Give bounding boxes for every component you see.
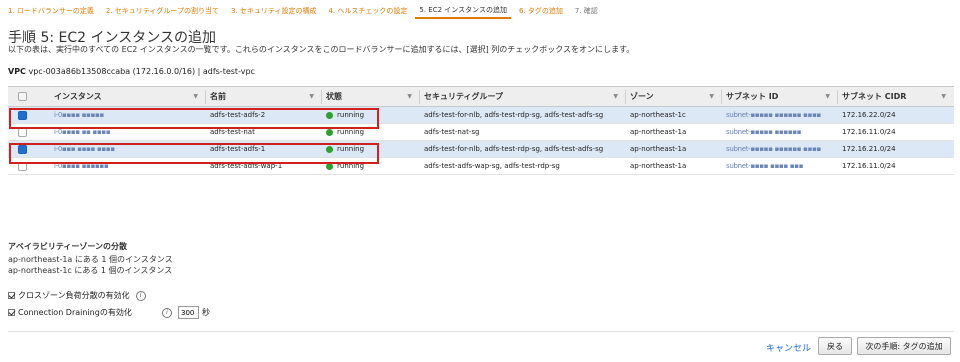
subnet-cidr: 172.16.22.0/24 — [842, 111, 896, 119]
connection-draining-option: Connection Drainingの有効化 i 秒 — [8, 306, 210, 319]
wizard-steps: 1. ロードバランサーの定義 2. セキュリティグループの割り当て 3. セキュ… — [4, 3, 606, 19]
security-groups: adfs-test-nat-sg — [424, 128, 480, 136]
column-header-name-label: 名前 — [210, 92, 226, 101]
security-groups: adfs-test-for-nlb, adfs-test-rdp-sg, adf… — [424, 145, 604, 153]
highlight-box-row-1 — [9, 108, 379, 129]
zone: ap-northeast-1a — [630, 145, 687, 153]
security-groups: adfs-test-adfs-wap-sg, adfs-test-rdp-sg — [424, 162, 560, 170]
column-header-name[interactable]: 名前 ▼ — [210, 87, 320, 106]
column-separator[interactable] — [721, 90, 722, 104]
column-header-security-group-label: セキュリティグループ — [424, 92, 504, 101]
az-line: ap-northeast-1a にある 1 個のインスタンス — [8, 255, 173, 264]
column-header-subnet-id[interactable]: サブネット ID ▼ — [726, 87, 836, 106]
sort-arrow-icon: ▼ — [407, 93, 412, 100]
zone: ap-northeast-1c — [630, 111, 686, 119]
column-header-state[interactable]: 状態 ▼ — [326, 87, 418, 106]
connection-draining-checkbox[interactable] — [8, 309, 15, 316]
step-define-lb[interactable]: 1. ロードバランサーの定義 — [4, 4, 98, 19]
step-review[interactable]: 7. 確認 — [571, 4, 602, 19]
state-text: running — [337, 128, 365, 136]
vpc-info: VPC vpc-003a86b13508ccaba (172.16.0.0/16… — [8, 67, 255, 76]
footer-divider — [8, 331, 954, 332]
security-groups: adfs-test-for-nlb, adfs-test-rdp-sg, adf… — [424, 111, 604, 119]
step-add-ec2-instances[interactable]: 5. EC2 インスタンスの追加 — [415, 3, 511, 19]
subnet-cidr: 172.16.11.0/24 — [842, 162, 896, 170]
column-header-subnet-cidr-label: サブネット CIDR — [842, 92, 907, 101]
vpc-label: VPC — [8, 67, 26, 76]
column-header-instance-label: インスタンス — [54, 92, 102, 101]
select-all-checkbox[interactable] — [18, 92, 27, 101]
column-separator[interactable] — [205, 90, 206, 104]
cross-zone-option: クロスゾーン負荷分散の有効化 i — [8, 290, 146, 301]
sort-arrow-icon: ▼ — [825, 93, 830, 100]
select-all-cell[interactable] — [18, 87, 34, 106]
step-security-settings[interactable]: 3. セキュリティ設定の構成 — [227, 4, 320, 19]
subnet-id: subnet-▪▪▪▪ ▪▪▪▪ ▪▪▪ — [726, 162, 804, 170]
subnet-id: subnet-▪▪▪▪▪ ▪▪▪▪▪▪ ▪▪▪▪ — [726, 111, 821, 119]
next-add-tags-button[interactable]: 次の手順: タグの追加 — [857, 337, 951, 355]
az-line: ap-northeast-1c にある 1 個のインスタンス — [8, 266, 173, 275]
draining-timeout-input[interactable] — [178, 306, 199, 319]
highlight-box-row-3 — [9, 143, 379, 164]
step-security-groups[interactable]: 2. セキュリティグループの割り当て — [102, 4, 223, 19]
column-header-state-label: 状態 — [326, 92, 342, 101]
column-header-instance[interactable]: インスタンス ▼ — [54, 87, 204, 106]
cancel-link[interactable]: キャンセル — [766, 341, 811, 354]
info-icon[interactable]: i — [135, 290, 146, 301]
sort-arrow-icon: ▼ — [941, 93, 946, 100]
subnet-id: subnet-▪▪▪▪▪ ▪▪▪▪▪▪ — [726, 128, 802, 136]
info-icon[interactable]: i — [162, 307, 172, 318]
sort-arrow-icon: ▼ — [709, 93, 714, 100]
page-description: 以下の表は、実行中のすべての EC2 インスタンスの一覧です。これらのインスタン… — [8, 45, 635, 54]
column-separator[interactable] — [837, 90, 838, 104]
sort-arrow-icon: ▼ — [309, 93, 314, 100]
seconds-unit: 秒 — [202, 308, 210, 317]
table-header: インスタンス ▼ 名前 ▼ 状態 ▼ セキュリティグループ ▼ ゾーン ▼ サブネット I… — [8, 87, 954, 107]
column-separator[interactable] — [625, 90, 626, 104]
subnet-cidr: 172.16.11.0/24 — [842, 128, 896, 136]
cross-zone-checkbox[interactable] — [8, 292, 15, 299]
az-distribution-title: アベイラビリティーゾーンの分散 — [8, 242, 127, 251]
back-button[interactable]: 戻る — [818, 337, 852, 355]
column-header-subnet-cidr[interactable]: サブネット CIDR ▼ — [842, 87, 952, 106]
column-header-zone[interactable]: ゾーン ▼ — [630, 87, 720, 106]
zone: ap-northeast-1a — [630, 128, 687, 136]
column-header-zone-label: ゾーン — [630, 92, 654, 101]
sort-arrow-icon: ▼ — [193, 93, 198, 100]
step-health-check[interactable]: 4. ヘルスチェックの設定 — [324, 4, 411, 19]
column-separator[interactable] — [419, 90, 420, 104]
vpc-value: vpc-003a86b13508ccaba (172.16.0.0/16) | … — [28, 67, 255, 76]
subnet-cidr: 172.16.21.0/24 — [842, 145, 896, 153]
running-status-icon — [326, 128, 333, 136]
connection-draining-label: Connection Drainingの有効化 — [18, 308, 132, 317]
subnet-id: subnet-▪▪▪▪▪ ▪▪▪▪▪▪ ▪▪▪▪ — [726, 145, 821, 153]
column-header-subnet-id-label: サブネット ID — [726, 92, 779, 101]
step-add-tags[interactable]: 6. タグの追加 — [515, 4, 567, 19]
column-header-security-group[interactable]: セキュリティグループ ▼ — [424, 87, 624, 106]
column-separator[interactable] — [321, 90, 322, 104]
cross-zone-label: クロスゾーン負荷分散の有効化 — [18, 291, 130, 300]
sort-arrow-icon: ▼ — [613, 93, 618, 100]
zone: ap-northeast-1a — [630, 162, 687, 170]
